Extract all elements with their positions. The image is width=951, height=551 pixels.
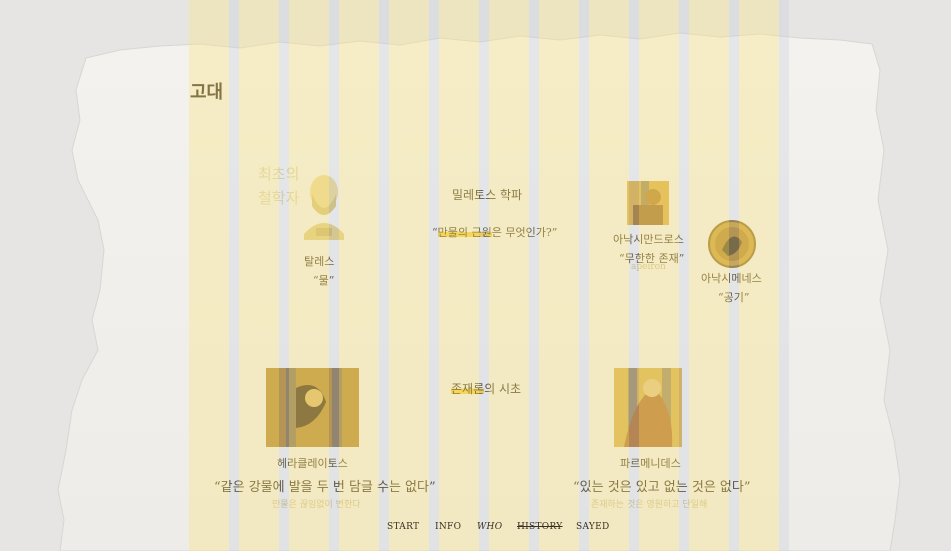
anaximander-portrait-icon [627, 181, 669, 225]
ontology-highlight: 존재론 [451, 382, 485, 396]
question-rest: 은 무엇인가?” [491, 226, 558, 239]
thales-name: 탈레스 [304, 255, 335, 268]
ghost-line-1: 최초의 [258, 165, 300, 183]
question-open: “ [432, 226, 438, 239]
nav-start[interactable]: START [387, 522, 419, 532]
anaximenes-medallion-icon [708, 220, 756, 268]
thales-bust-icon [304, 175, 344, 240]
ontology-rest: 의 시초 [484, 382, 522, 396]
parmenides-name: 파르메니데스 [620, 457, 681, 470]
heraclitus-sub: 만물은 끊임없이 변한다 [272, 500, 361, 510]
heraclitus-name: 헤라클레이토스 [277, 457, 348, 470]
nav-info[interactable]: INFO [435, 522, 461, 532]
page-title: 고대 [190, 82, 224, 103]
anaximenes-name: 아낙시메네스 [701, 272, 762, 285]
anaximander-name: 아낙시만드로스 [613, 233, 684, 246]
thales-quote: “물” [313, 274, 335, 287]
parmenides-sub: 존재하는 것은 영원하고 단일해 [591, 500, 708, 510]
heraclitus-quote: “같은 강물에 발을 두 번 담글 수는 없다” [214, 480, 436, 495]
nav-who[interactable]: WHO [477, 522, 502, 532]
question-highlight: 만물의 근원 [437, 226, 492, 239]
torn-paper-background [0, 0, 951, 551]
parmenides-painting-icon [614, 368, 682, 447]
ghost-line-2: 철학자 [258, 189, 300, 207]
nav-sayed[interactable]: SAYED [576, 522, 610, 532]
nav-history[interactable]: HISTORY [517, 522, 563, 532]
ghost-caption: 최초의 철학자 [258, 162, 299, 210]
milesian-question: “만물의 근원은 무엇인가?” [432, 224, 557, 240]
anaximenes-quote: “공기” [718, 291, 750, 304]
anaximander-sub: apeiron [631, 262, 666, 272]
parmenides-quote: “있는 것은 있고 없는 것은 없다” [573, 480, 751, 495]
bottom-nav: START INFO WHO HISTORY SAYED [0, 522, 951, 536]
milesian-heading: 밀레토스 학파 [452, 188, 523, 202]
ontology-heading: 존재론의 시초 [451, 380, 521, 397]
heraclitus-painting-icon [266, 368, 359, 447]
